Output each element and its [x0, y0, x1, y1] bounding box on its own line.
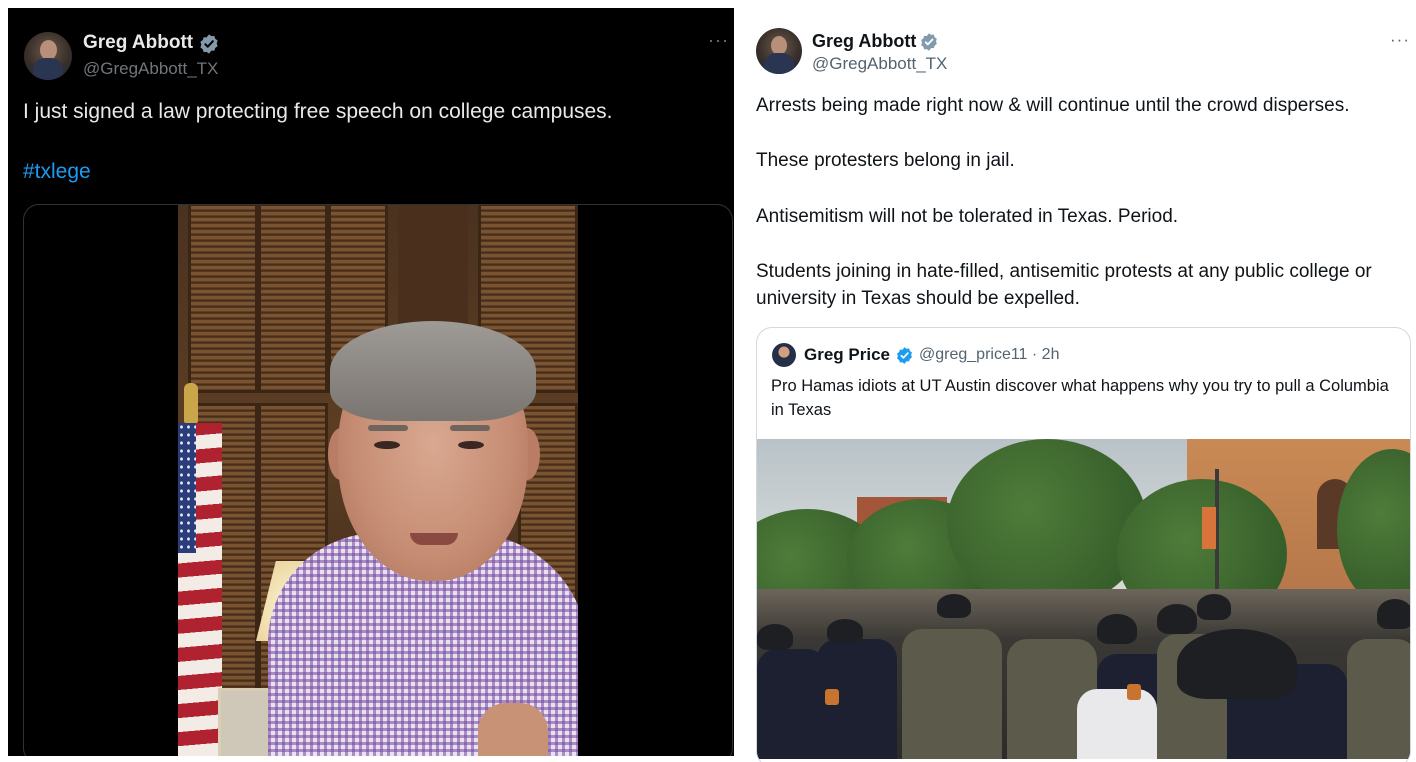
author-name[interactable]: Greg Abbott — [83, 32, 193, 54]
left-tweet: Greg Abbott @GregAbbott_TX ··· I just si… — [8, 8, 734, 756]
helmet — [1157, 604, 1197, 634]
shutter-panel — [188, 205, 258, 393]
helmet — [1097, 614, 1137, 644]
tweet-text: I just signed a law protecting free spee… — [23, 100, 613, 123]
quoted-handle-time[interactable]: @greg_price11 · 2h — [919, 346, 1059, 364]
author-name[interactable]: Greg Abbott — [812, 31, 916, 52]
verified-badge-icon — [200, 34, 218, 54]
orange-banner — [1202, 507, 1216, 549]
officer-sleeve — [1077, 689, 1157, 759]
author-handle[interactable]: @GregAbbott_TX — [812, 54, 947, 74]
shutter-panel — [258, 205, 328, 393]
helmet — [1197, 594, 1231, 620]
badge-patch — [825, 689, 839, 705]
helmet — [937, 594, 971, 618]
hand — [478, 703, 548, 756]
author-handle[interactable]: @GregAbbott_TX — [83, 59, 218, 79]
eyebrow — [450, 425, 490, 431]
more-options-icon[interactable]: ··· — [708, 30, 729, 51]
flag-stars — [178, 423, 196, 553]
officer — [902, 629, 1002, 759]
tweet-paragraph: Arrests being made right now & will cont… — [756, 95, 1350, 116]
flagpole-eagle — [184, 383, 198, 423]
author-avatar[interactable] — [756, 28, 802, 74]
quoted-tweet-photo[interactable] — [757, 439, 1410, 759]
tweet-paragraph: Antisemitism will not be tolerated in Te… — [756, 206, 1179, 227]
quoted-author-name[interactable]: Greg Price — [804, 345, 890, 365]
right-tweet: Greg Abbott @GregAbbott_TX ··· Arrests b… — [742, 0, 1416, 762]
eyebrow — [368, 425, 408, 431]
video-frame[interactable] — [178, 205, 578, 756]
eye — [458, 441, 484, 449]
helmet — [757, 624, 793, 650]
mouth — [410, 533, 458, 545]
bike-helmet — [1177, 629, 1297, 699]
quoted-tweet-text: Pro Hamas idiots at UT Austin discover w… — [771, 377, 1389, 419]
helmet — [1377, 599, 1410, 629]
verified-badge-icon — [897, 347, 912, 364]
helmet — [827, 619, 863, 643]
more-options-icon[interactable]: ··· — [1390, 30, 1410, 50]
tweet-paragraph: These protesters belong in jail. — [756, 150, 1015, 171]
gray-hair — [330, 321, 536, 421]
badge-patch — [1127, 684, 1141, 700]
author-avatar[interactable] — [24, 32, 72, 80]
tweet-video[interactable] — [23, 204, 733, 756]
hashtag-link[interactable]: #txlege — [23, 160, 91, 184]
verified-badge-icon — [921, 33, 937, 51]
tweet-paragraph: Students joining in hate-filled, antisem… — [756, 261, 1372, 309]
eye — [374, 441, 400, 449]
tree — [947, 439, 1147, 609]
quoted-tweet[interactable]: Greg Price @greg_price11 · 2h Pro Hamas … — [756, 327, 1411, 762]
quoted-author-avatar[interactable] — [772, 343, 796, 367]
officer — [1347, 639, 1410, 759]
